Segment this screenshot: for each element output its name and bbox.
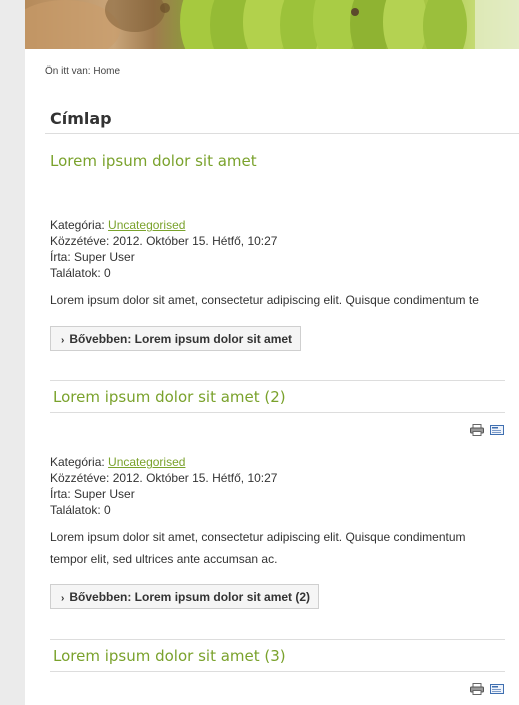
category-line: Kategória: Uncategorised — [50, 217, 277, 233]
page-title-divider — [45, 133, 519, 134]
breadcrumb-prefix: Ön itt van: — [45, 66, 91, 77]
article-intro-text: Lorem ipsum dolor sit amet, consectetur … — [50, 289, 479, 311]
breadcrumb: Ön itt van: Home — [45, 66, 120, 77]
print-icon[interactable] — [470, 424, 484, 436]
category-link[interactable]: Uncategorised — [108, 218, 185, 232]
published-date: Közzétéve: 2012. Október 15. Hétfő, 10:2… — [50, 234, 278, 248]
article-icons — [470, 683, 504, 695]
left-gutter — [0, 0, 25, 705]
hits-count: Találatok: 0 — [50, 266, 111, 280]
article-title[interactable]: Lorem ipsum dolor sit amet (3) — [53, 647, 286, 665]
author: Írta: Super User — [50, 250, 135, 264]
article-title[interactable]: Lorem ipsum dolor sit amet — [50, 152, 257, 170]
readmore-label: Bővebben: Lorem ipsum dolor sit amet (2) — [69, 590, 311, 604]
readmore-button[interactable]: › Bővebben: Lorem ipsum dolor sit amet — [50, 326, 302, 351]
header-banner-image — [25, 0, 519, 49]
article-divider — [50, 639, 505, 640]
chevron-right-icon: › — [61, 593, 65, 604]
article-meta: Kategória: Uncategorised Közzétéve: 2012… — [50, 217, 277, 281]
article-intro-line: Lorem ipsum dolor sit amet, consectetur … — [50, 293, 479, 307]
breadcrumb-current: Home — [93, 66, 121, 77]
article-title-divider — [50, 671, 505, 672]
article-intro-line: Lorem ipsum dolor sit amet, consectetur … — [50, 530, 466, 544]
article-title-divider — [50, 412, 505, 413]
email-icon[interactable] — [490, 424, 504, 436]
published-date: Közzétéve: 2012. Október 15. Hétfő, 10:2… — [50, 471, 278, 485]
email-icon[interactable] — [490, 683, 504, 695]
chevron-right-icon: › — [61, 335, 65, 346]
article-title[interactable]: Lorem ipsum dolor sit amet (2) — [53, 388, 286, 406]
category-line: Kategória: Uncategorised — [50, 454, 277, 470]
page-title: Címlap — [50, 109, 112, 128]
readmore-button[interactable]: › Bővebben: Lorem ipsum dolor sit amet (2… — [50, 584, 320, 609]
category-link[interactable]: Uncategorised — [108, 455, 185, 469]
print-icon[interactable] — [470, 683, 484, 695]
article-meta: Kategória: Uncategorised Közzétéve: 2012… — [50, 454, 277, 518]
category-label: Kategória: — [50, 218, 105, 232]
readmore-label: Bővebben: Lorem ipsum dolor sit amet — [69, 332, 293, 346]
hits-count: Találatok: 0 — [50, 503, 111, 517]
article-icons — [470, 424, 504, 436]
category-label: Kategória: — [50, 455, 105, 469]
main-content: Ön itt van: Home Címlap Lorem ipsum dolo… — [25, 49, 519, 705]
author: Írta: Super User — [50, 487, 135, 501]
article-intro-line: tempor elit, sed ultrices ante accumsan … — [50, 552, 278, 566]
article-intro-text: Lorem ipsum dolor sit amet, consectetur … — [50, 526, 466, 570]
article-divider — [50, 380, 505, 381]
